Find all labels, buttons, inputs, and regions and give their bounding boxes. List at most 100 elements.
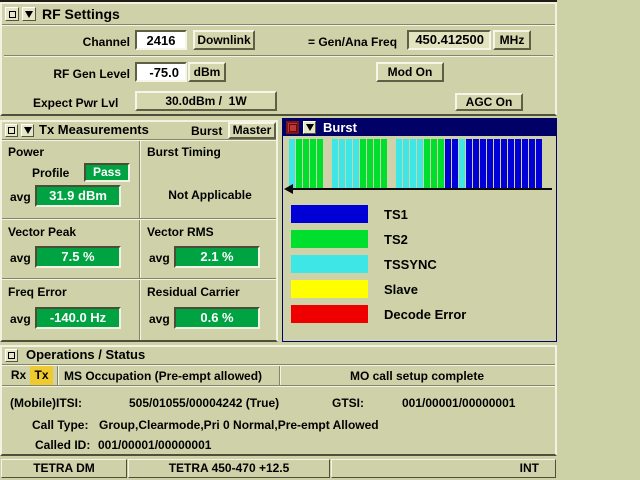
burst-bar-cyan [289,139,295,189]
panel-restore-icon[interactable] [5,7,19,21]
gen-ana-freq-label: = Gen/Ana Freq [308,35,397,49]
tabrow-divider [2,385,555,387]
grid-divider-vertical [139,141,141,340]
status-reference: INT [331,459,556,478]
vector-rms-avg-label: avg [149,251,170,265]
legend-item-ts1: TS1 [291,205,466,223]
burst-timing-title: Burst Timing [147,145,221,159]
burst-bar-display [289,139,552,189]
burst-bar-green [374,139,380,189]
bottom-status-bar: TETRA DM TETRA 450-470 +12.5 INT [0,459,557,478]
legend-label: Decode Error [384,307,466,322]
burst-bar-green [360,139,366,189]
gen-level-unit-button[interactable]: dBm [188,62,226,82]
burst-bar-cyan [417,139,423,189]
itsi-value: 505/01055/00004242 (True) [129,396,279,410]
residual-carrier-avg-label: avg [149,312,170,326]
panel-restore-icon[interactable] [5,349,18,362]
rf-gen-level-label: RF Gen Level [32,67,130,81]
freq-unit-button[interactable]: MHz [493,30,531,50]
residual-carrier-title: Residual Carrier [147,285,240,299]
burst-bar-cyan [410,139,416,189]
panel-title: Burst [323,120,357,135]
rf-row-divider [4,55,553,57]
freq-error-avg-value: -140.0 Hz [35,307,121,329]
burst-bar-green [303,139,309,189]
burst-bar-blue [515,139,521,189]
panel-menu-icon[interactable] [303,121,316,134]
burst-bar-blue [480,139,486,189]
panel-menu-icon[interactable] [22,7,36,21]
burst-titlebar: Burst [283,119,556,136]
burst-bar-blue [508,139,514,189]
power-profile-label: Profile [32,166,69,180]
power-avg-value: 31.9 dBm [35,185,121,207]
legend-item-tssync: TSSYNC [291,255,466,273]
tab-rx[interactable]: Rx [7,366,30,385]
vector-peak-avg-value: 7.5 % [35,246,121,268]
call-type-value: Group,Clearmode,Pri 0 Normal,Pre-empt Al… [99,418,379,432]
gtsi-label: GTSI: [332,396,364,410]
expect-pwr-button[interactable]: 30.0dBm / 1W [135,91,277,111]
burst-bar-green [310,139,316,189]
mod-on-button[interactable]: Mod On [376,62,444,82]
burst-bar-cyan [396,139,402,189]
expect-pwr-label: Expect Pwr Lvl [33,96,118,110]
panel-menu-icon[interactable] [21,124,34,137]
square-icon [8,127,15,134]
power-profile-status: Pass [84,163,130,182]
agc-on-button[interactable]: AGC On [455,93,523,111]
call-type-label: Call Type: [32,418,88,432]
residual-carrier-avg-value: 0.6 % [174,307,260,329]
burst-timing-status: Not Applicable [141,188,279,202]
occupation-status: MS Occupation (Pre-empt allowed) [64,369,262,383]
gen-ana-freq-value[interactable]: 450.412500 [407,30,491,50]
burst-bar-green [438,139,444,189]
square-icon [8,352,15,359]
panel-close-icon[interactable] [286,121,299,134]
burst-bar-cyan [332,139,338,189]
legend-swatch-green [291,230,368,248]
rf-settings-panel: RF Settings Channel Downlink = Gen/Ana F… [0,2,557,116]
itsi-label: (Mobile)ITSI: [10,396,82,410]
legend-item-decode-error: Decode Error [291,305,466,323]
called-id-label: Called ID: [35,438,90,452]
instrument-screen: RF Settings Channel Downlink = Gen/Ana F… [0,0,640,480]
freq-error-avg-label: avg [10,312,31,326]
burst-master-button[interactable]: Master [228,122,276,139]
call-status: MO call setup complete [281,369,553,383]
downlink-button[interactable]: Downlink [193,30,255,50]
legend-swatch-cyan [291,255,368,273]
burst-bar-green [431,139,437,189]
legend-label: TS2 [384,232,408,247]
burst-bar-cyan [403,139,409,189]
burst-bar-blue [487,139,493,189]
burst-bar-blue [445,139,451,189]
channel-input[interactable] [135,30,187,50]
burst-bar-blue [522,139,528,189]
burst-bar-gap [388,139,396,189]
status-band: TETRA 450-470 +12.5 [128,459,330,478]
called-id-value: 001/00001/00000001 [98,438,211,452]
burst-bar-green [296,139,302,189]
freq-error-title: Freq Error [8,285,67,299]
burst-bar-green [424,139,430,189]
panel-title: RF Settings [42,6,120,22]
vector-peak-avg-label: avg [10,251,31,265]
red-square-icon [289,124,297,132]
panel-restore-icon[interactable] [5,124,18,137]
tab-tx[interactable]: Tx [30,366,53,385]
burst-bar-blue [529,139,535,189]
legend-item-slave: Slave [291,280,466,298]
chevron-down-icon [25,11,33,18]
vector-peak-title: Vector Peak [8,225,76,239]
burst-bar-cyan [339,139,345,189]
legend-swatch-red [291,305,368,323]
rf-gen-level-input[interactable] [135,62,187,82]
burst-bar-blue [466,139,472,189]
power-title: Power [8,145,44,159]
panel-title: Tx Measurements [39,122,149,137]
grid-divider-row1 [2,218,276,220]
burst-mode-label: Burst [191,124,222,138]
burst-bar-gap [324,139,332,189]
